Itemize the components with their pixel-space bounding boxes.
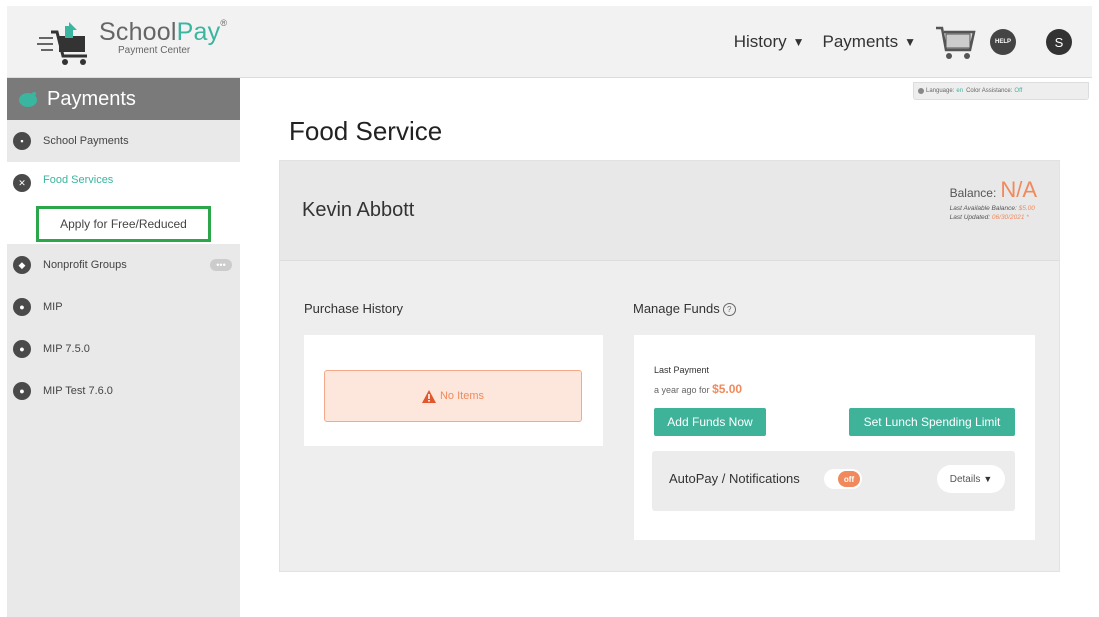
balance-row: Balance: N/A xyxy=(950,177,1037,203)
last-updated-label: Last Updated: xyxy=(949,214,991,221)
logo-name-accent: Pay xyxy=(176,18,221,46)
sidebar-item-label: MIP xyxy=(43,301,63,313)
color-assistance-value[interactable]: Off xyxy=(1014,88,1022,94)
language-value[interactable]: en xyxy=(956,88,963,94)
utensils-icon: ✕ xyxy=(13,174,31,192)
last-updated-value: 06/30/2021 * xyxy=(991,214,1029,221)
sidebar-item-label: MIP Test 7.6.0 xyxy=(43,385,113,397)
autopay-panel: AutoPay / Notifications off Details ▼ xyxy=(652,451,1015,511)
top-header: SchoolPay® Payment Center History ▼ Paym… xyxy=(7,6,1092,78)
last-payment-line: a year ago for $5.00 xyxy=(654,382,742,396)
sidebar-header: Payments xyxy=(7,78,240,120)
sidebar-item-mip-750[interactable]: ● MIP 7.5.0 xyxy=(7,328,240,370)
no-items-alert: No Items xyxy=(324,370,582,422)
help-button[interactable]: HELP xyxy=(990,29,1016,55)
sidebar-item-label: School Payments xyxy=(43,135,129,147)
warning-icon xyxy=(421,389,436,403)
sidebar: Payments ▪ School Payments ✕ Food Servic… xyxy=(7,78,240,617)
details-label: Details xyxy=(949,473,981,485)
last-balance-label: Last Available Balance: xyxy=(949,205,1017,212)
add-funds-button[interactable]: Add Funds Now xyxy=(654,408,766,436)
tag-icon: ● xyxy=(13,298,31,316)
last-available-balance: Last Available Balance: $5.00 xyxy=(950,205,1037,212)
sidebar-item-mip[interactable]: ● MIP xyxy=(7,286,240,328)
nav-payments-label: Payments xyxy=(822,32,899,51)
info-icon[interactable]: ? xyxy=(722,303,736,317)
autopay-toggle[interactable]: off xyxy=(824,469,862,489)
last-balance-value: $5.00 xyxy=(1018,205,1035,212)
logo-name: SchoolPay® xyxy=(99,18,227,47)
shopping-cart-icon[interactable] xyxy=(934,22,976,62)
user-avatar[interactable]: S xyxy=(1046,29,1072,55)
sidebar-item-food-services[interactable]: ✕ Food Services xyxy=(7,162,240,202)
schoolpay-logo[interactable]: SchoolPay® Payment Center xyxy=(35,12,235,72)
tag-icon: ● xyxy=(13,382,31,400)
globe-icon xyxy=(918,88,924,94)
sidebar-item-label: Nonprofit Groups xyxy=(43,259,127,271)
manage-funds-label: Manage Funds xyxy=(633,301,720,316)
sidebar-item-mip-test-760[interactable]: ● MIP Test 7.6.0 xyxy=(7,370,240,412)
language-bar[interactable]: Language: en Color Assistance: Off xyxy=(913,82,1089,100)
sidebar-item-label: Food Services xyxy=(43,174,114,186)
color-assistance-label: Color Assistance xyxy=(966,88,1011,94)
manage-funds-heading: Manage Funds? xyxy=(633,301,736,317)
apply-free-reduced-link[interactable]: Apply for Free/Reduced xyxy=(36,206,211,242)
toggle-knob: off xyxy=(838,471,860,487)
purchase-history-heading: Purchase History xyxy=(304,301,403,316)
set-spending-limit-button[interactable]: Set Lunch Spending Limit xyxy=(849,408,1015,436)
autopay-label: AutoPay / Notifications xyxy=(669,471,800,486)
page-title: Food Service xyxy=(289,116,443,146)
logo-text: SchoolPay® Payment Center xyxy=(99,18,227,56)
chevron-down-icon: ▼ xyxy=(904,35,916,49)
student-header: Kevin Abbott Balance: N/A Last Available… xyxy=(280,161,1059,261)
balance-value: N/A xyxy=(1000,177,1037,202)
sidebar-header-label: Payments xyxy=(47,87,136,110)
sidebar-item-label: MIP 7.5.0 xyxy=(43,343,90,355)
student-name: Kevin Abbott xyxy=(302,199,415,221)
food-service-card: Kevin Abbott Balance: N/A Last Available… xyxy=(279,160,1060,572)
last-payment-amount: $5.00 xyxy=(712,382,743,396)
sidebar-subitem-container: Apply for Free/Reduced xyxy=(7,202,240,244)
cart-logo-icon xyxy=(37,22,87,65)
last-payment-when: a year ago for xyxy=(654,385,710,395)
chevron-down-icon: ▼ xyxy=(792,35,805,49)
logo-reg-mark: ® xyxy=(220,18,228,28)
purchase-history-panel: No Items xyxy=(304,335,603,446)
last-payment-label: Last Payment xyxy=(654,365,710,375)
shield-icon: ◆ xyxy=(13,256,31,274)
balance-block: Balance: N/A Last Available Balance: $5.… xyxy=(950,177,1037,221)
sidebar-item-nonprofit-groups[interactable]: ◆ Nonprofit Groups ••• xyxy=(7,244,240,286)
details-button[interactable]: Details ▼ xyxy=(937,465,1005,493)
sidebar-item-school-payments[interactable]: ▪ School Payments xyxy=(7,120,240,162)
piggy-bank-icon xyxy=(19,92,37,107)
chevron-down-icon: ▼ xyxy=(983,474,993,484)
last-updated: Last Updated: 06/30/2021 * xyxy=(950,214,1037,221)
manage-funds-panel: Last Payment a year ago for $5.00 Add Fu… xyxy=(634,335,1035,540)
school-bus-icon: ▪ xyxy=(13,132,31,150)
language-label: Language xyxy=(926,88,953,94)
balance-label: Balance: xyxy=(949,186,997,200)
no-items-text: No Items xyxy=(439,390,484,402)
header-nav: History ▼ Payments ▼ HELP S xyxy=(734,20,1072,64)
more-badge[interactable]: ••• xyxy=(210,259,232,271)
nav-history-label: History xyxy=(733,32,787,51)
nav-history[interactable]: History ▼ xyxy=(734,32,805,52)
tag-icon: ● xyxy=(13,340,31,358)
nav-payments[interactable]: Payments ▼ xyxy=(823,32,916,52)
logo-name-main: School xyxy=(99,18,177,46)
